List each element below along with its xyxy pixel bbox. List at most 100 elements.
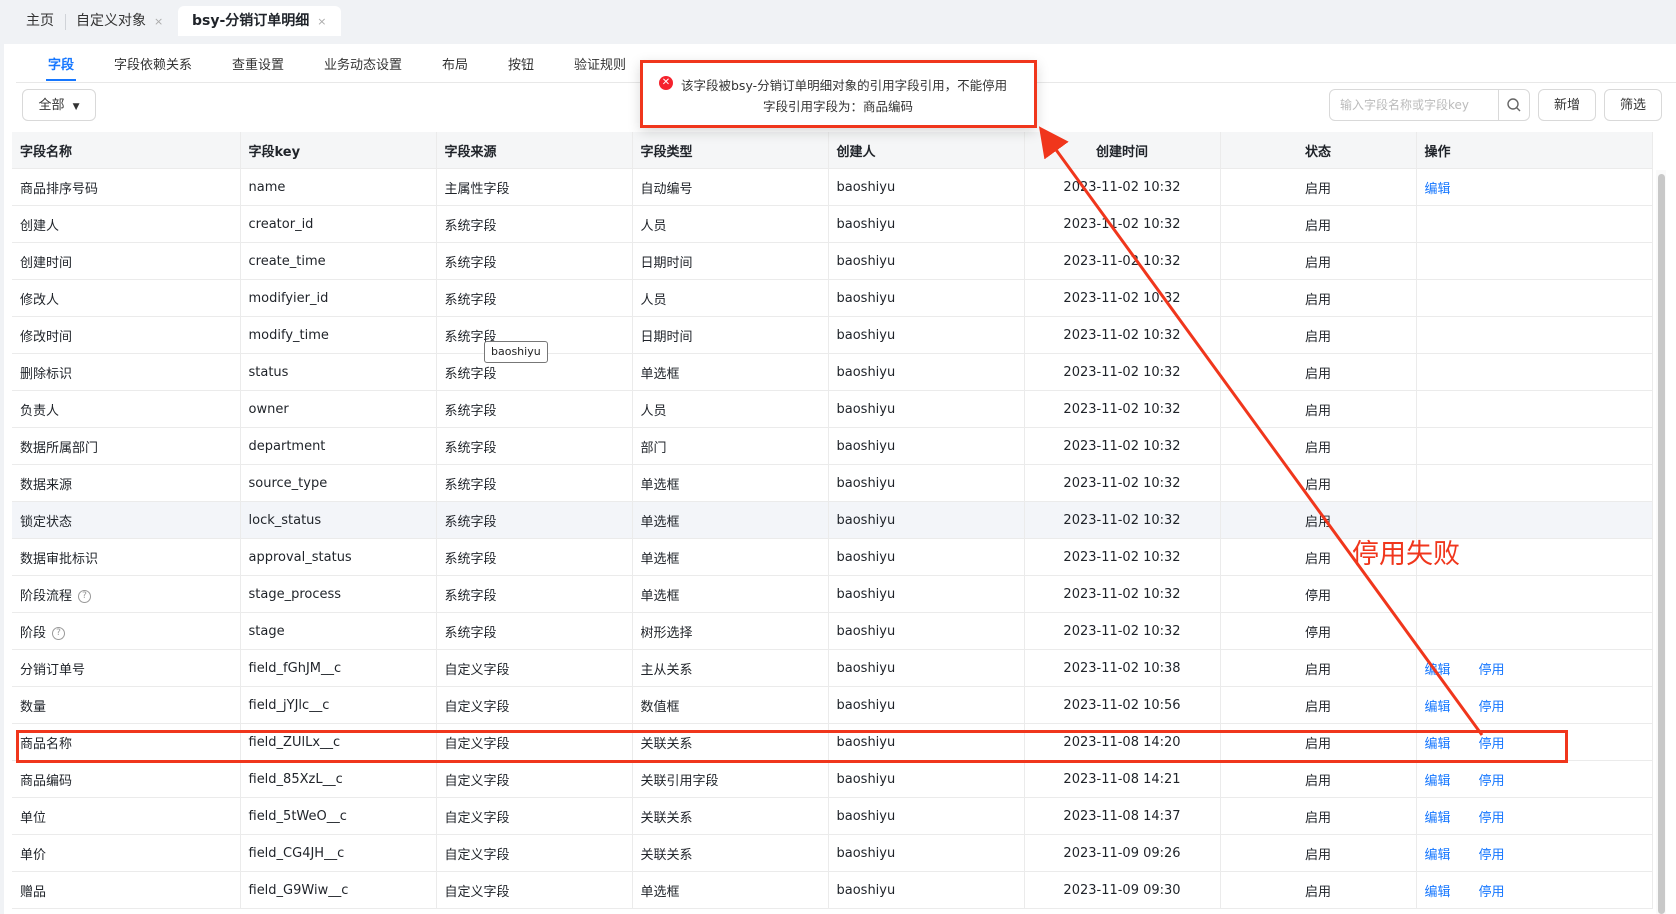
edit-link[interactable]: 编辑 [1425, 848, 1451, 863]
col-header-field-source[interactable]: 字段来源 [436, 132, 633, 169]
cell-field-type: 日期时间 [632, 316, 829, 354]
search-input[interactable]: 输入字段名称或字段key [1329, 89, 1499, 121]
cell-field-source: 系统字段 [436, 279, 633, 317]
table-row[interactable]: 数量 field_jYJlc__c 自定义字段 数值框 baoshiyu 2023-11-… [12, 686, 1653, 724]
cell-field-type-text: 主从关系 [640, 662, 693, 678]
cell-status-text: 启用 [1304, 440, 1331, 456]
cell-field-key-text: department [248, 438, 326, 454]
tab-custom-objects[interactable]: 自定义对象 × [76, 6, 163, 36]
edit-link[interactable]: 编辑 [1425, 885, 1451, 900]
tab-home[interactable]: 主页 [26, 6, 54, 36]
col-header-field-type[interactable]: 字段类型 [632, 132, 829, 169]
cell-field-source: 自定义字段 [436, 797, 633, 835]
disable-link[interactable]: 停用 [1479, 885, 1505, 900]
table-row[interactable]: 阶段流程? stage_process 系统字段 单选框 baoshiyu 2023-11… [12, 575, 1653, 613]
disable-link[interactable]: 停用 [1479, 737, 1505, 752]
subtab-activity-settings[interactable]: 业务动态设置 [324, 54, 402, 73]
cell-created-time: 2023-11-09 09:30 [1024, 871, 1221, 909]
close-icon[interactable]: × [317, 15, 326, 28]
add-button[interactable]: 新增 [1538, 89, 1596, 121]
subtab-dedup-settings[interactable]: 查重设置 [232, 54, 284, 73]
subtab-fields[interactable]: 字段 [48, 54, 74, 73]
cell-field-name: 修改人 [12, 279, 241, 317]
cell-status-text: 启用 [1304, 181, 1331, 197]
annotation-label: 停用失败 [1352, 539, 1460, 570]
subtab-field-dependencies[interactable]: 字段依赖关系 [114, 54, 192, 73]
subtab-buttons[interactable]: 按钮 [508, 54, 534, 73]
table-row[interactable]: 商品名称 field_ZUlLx__c 自定义字段 关联关系 baoshiyu 2023-… [12, 723, 1653, 761]
cell-status: 启用 [1220, 316, 1417, 354]
cell-field-name-text: 商品排序号码 [20, 181, 99, 197]
table-row[interactable]: 修改人 modifyier_id 系统字段 人员 baoshiyu 2023-11-02 … [12, 279, 1653, 317]
disable-link[interactable]: 停用 [1479, 811, 1505, 826]
col-header-creator[interactable]: 创建人 [828, 132, 1025, 169]
cell-field-name-text: 数据来源 [20, 477, 73, 493]
table-row[interactable]: 数据所属部门 department 系统字段 部门 baoshiyu 2023-11-02… [12, 427, 1653, 465]
cell-field-type-text: 单选框 [640, 477, 680, 493]
disable-link[interactable]: 停用 [1479, 700, 1505, 715]
cell-field-source-text: 自定义字段 [444, 736, 510, 752]
cell-creator: baoshiyu [828, 834, 1025, 872]
cell-status: 启用 [1220, 834, 1417, 872]
disable-link[interactable]: 停用 [1479, 774, 1505, 789]
cell-status: 启用 [1220, 723, 1417, 761]
subtab-validation-rules[interactable]: 验证规则 [574, 54, 626, 73]
edit-link[interactable]: 编辑 [1425, 811, 1451, 826]
subtab-layout[interactable]: 布局 [442, 54, 468, 73]
scope-filter-dropdown[interactable]: 全部 ▼ [22, 89, 96, 121]
close-icon[interactable]: × [154, 15, 163, 28]
edit-link[interactable]: 编辑 [1425, 700, 1451, 715]
cell-status: 启用 [1220, 427, 1417, 465]
cell-creator: baoshiyu [828, 501, 1025, 539]
table-row[interactable]: 商品编码 field_85XzL__c 自定义字段 关联引用字段 baoshiyu 202… [12, 760, 1653, 798]
table-row[interactable]: 商品排序号码 name 主属性字段 自动编号 baoshiyu 2023-11-02 10… [12, 168, 1653, 206]
cell-field-key: field_ZUlLx__c [240, 723, 437, 761]
table-row[interactable]: 修改时间 modify_time 系统字段 日期时间 baoshiyu 2023-11-0… [12, 316, 1653, 354]
cell-field-key: modify_time [240, 316, 437, 354]
cell-actions: 编辑 停用 [1416, 760, 1653, 798]
edit-link[interactable]: 编辑 [1425, 737, 1451, 752]
col-header-field-key[interactable]: 字段key [240, 132, 437, 169]
cell-field-name: 删除标识 [12, 353, 241, 391]
cell-creator: baoshiyu [828, 797, 1025, 835]
table-row[interactable]: 创建时间 create_time 系统字段 日期时间 baoshiyu 2023-11-0… [12, 242, 1653, 280]
edit-link[interactable]: 编辑 [1425, 182, 1451, 197]
col-header-field-name[interactable]: 字段名称 [12, 132, 241, 169]
table-row[interactable]: 创建人 creator_id 系统字段 人员 baoshiyu 2023-11-02 10… [12, 205, 1653, 243]
cell-creator-text: baoshiyu [836, 475, 896, 491]
help-circle-icon[interactable]: ? [78, 589, 92, 603]
disable-link[interactable]: 停用 [1479, 848, 1505, 863]
cell-status-text: 启用 [1304, 847, 1331, 863]
cell-creator-text: baoshiyu [836, 401, 896, 417]
edit-link[interactable]: 编辑 [1425, 774, 1451, 789]
edit-link[interactable]: 编辑 [1425, 663, 1451, 678]
table-row[interactable]: 数据来源 source_type 系统字段 单选框 baoshiyu 2023-11-02… [12, 464, 1653, 502]
cell-status: 启用 [1220, 686, 1417, 724]
cell-creator-text: baoshiyu [836, 586, 896, 602]
cell-field-name-text: 阶段流程 [20, 588, 73, 604]
cell-field-source-text: 自定义字段 [444, 773, 510, 789]
col-header-created-time[interactable]: 创建时间 [1024, 132, 1221, 169]
cell-field-type: 单选框 [632, 501, 829, 539]
help-circle-icon[interactable]: ? [52, 626, 66, 640]
disable-link[interactable]: 停用 [1479, 663, 1505, 678]
table-row[interactable]: 赠品 field_G9Wiw__c 自定义字段 单选框 baoshiyu 2023-11-… [12, 871, 1653, 909]
table-row[interactable]: 单位 field_5tWeO__c 自定义字段 关联关系 baoshiyu 2023-11… [12, 797, 1653, 835]
table-row[interactable]: 分销订单号 field_fGhJM__c 自定义字段 主从关系 baoshiyu 2023… [12, 649, 1653, 687]
tab-bsy-order-detail[interactable]: bsy-分销订单明细 × [178, 6, 341, 36]
cell-created-time: 2023-11-02 10:32 [1024, 501, 1221, 539]
scrollbar-thumb[interactable] [1658, 174, 1665, 914]
cell-actions [1416, 205, 1653, 243]
table-row[interactable]: 单价 field_CG4JH__c 自定义字段 关联关系 baoshiyu 2023-11… [12, 834, 1653, 872]
table-row[interactable]: 负责人 owner 系统字段 人员 baoshiyu 2023-11-02 10:32 启用 [12, 390, 1653, 428]
table-row[interactable]: 阶段? stage 系统字段 树形选择 baoshiyu 2023-11-02 10:32… [12, 612, 1653, 650]
cell-created-time: 2023-11-02 10:32 [1024, 612, 1221, 650]
col-header-status[interactable]: 状态 [1220, 132, 1417, 169]
filter-button[interactable]: 筛选 [1604, 89, 1662, 121]
search-button[interactable] [1498, 89, 1530, 121]
cell-creator-text: baoshiyu [836, 771, 896, 787]
cell-field-name: 数据所属部门 [12, 427, 241, 465]
cell-field-key: creator_id [240, 205, 437, 243]
active-tab-indicator [46, 79, 76, 81]
table-row[interactable]: 删除标识 status 系统字段 单选框 baoshiyu 2023-11-02 10:3… [12, 353, 1653, 391]
